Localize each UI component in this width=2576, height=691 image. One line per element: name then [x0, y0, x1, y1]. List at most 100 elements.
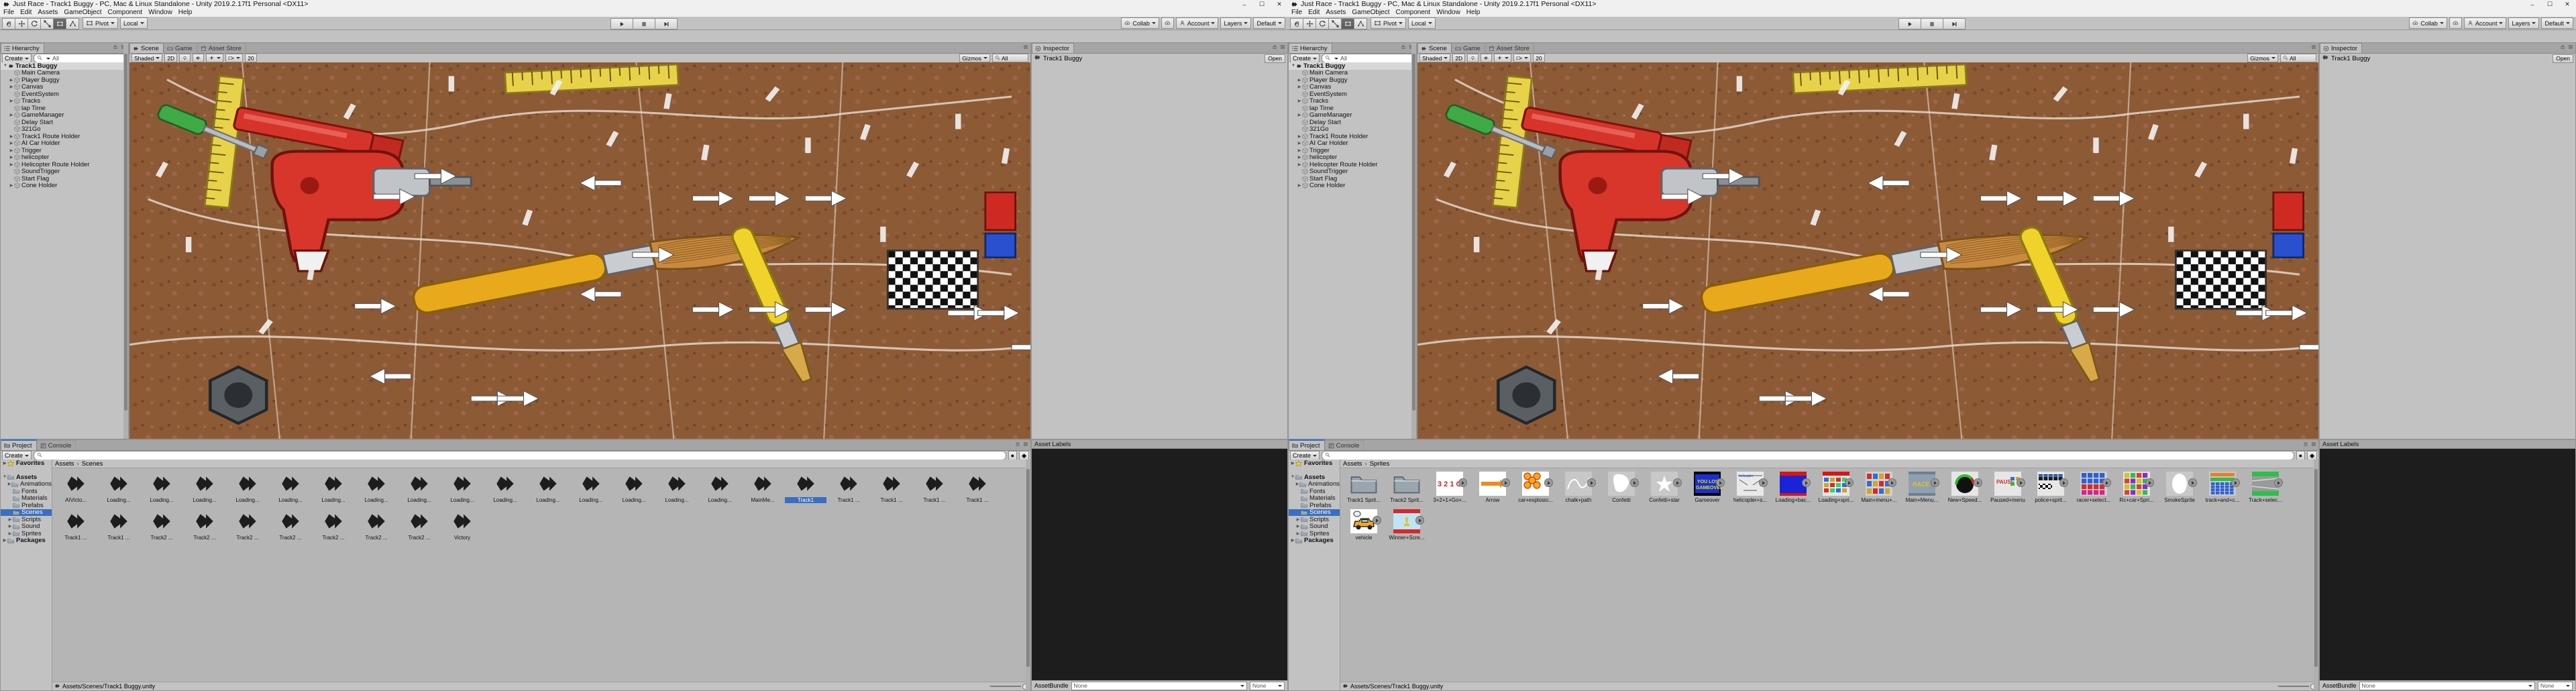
asset-cell[interactable]: MainMe... — [741, 470, 784, 508]
scene-canvas[interactable] — [1417, 62, 2318, 439]
asset-cell[interactable]: Main+menu+... — [1858, 470, 1900, 508]
asset-cell[interactable]: Winner+Scre... — [1385, 508, 1428, 545]
scene-canvas[interactable] — [129, 62, 1030, 439]
hierarchy-item-gamemanager[interactable]: ▶ GameManager — [1289, 112, 1416, 119]
hierarchy-item-helicopter[interactable]: ▶ helicopter — [1, 154, 128, 162]
asset-cell[interactable]: New+Speed... — [1943, 470, 1986, 508]
project-tree-item-animations[interactable]: ▶ Animations — [1, 481, 52, 488]
asset-cell[interactable]: Track2 ... — [355, 508, 398, 545]
gizmo-search-input[interactable]: All — [992, 54, 1028, 62]
effects-dropdown[interactable] — [1494, 54, 1511, 62]
asset-cell[interactable]: Track2 ... — [269, 508, 312, 545]
asset-cell[interactable]: Loading... — [570, 470, 612, 508]
asset-zoom-slider[interactable] — [990, 684, 1028, 690]
asset-cell[interactable]: track+and+c... — [2201, 470, 2244, 508]
hierarchy-item-eventsystem[interactable]: EventSystem — [1, 91, 128, 98]
hierarchy-item-trigger[interactable]: ▶ Trigger — [1, 147, 128, 154]
disclosure-triangle-icon[interactable]: ▶ — [1290, 461, 1295, 466]
asset-cell[interactable]: Loading... — [355, 470, 398, 508]
hierarchy-item-main-camera[interactable]: Main Camera — [1289, 70, 1416, 77]
project-asset-browser[interactable]: Assets›Scenes AIVicto... Loading... Load… — [52, 460, 1030, 690]
lock-icon[interactable] — [2560, 44, 2565, 52]
layout-dropdown[interactable]: Default — [2541, 17, 2573, 29]
hierarchy-item-player-buggy[interactable]: ▶ Player Buggy — [1289, 76, 1416, 84]
move-tool[interactable] — [1303, 18, 1316, 30]
hierarchy-item-cone-holder[interactable]: ▶ Cone Holder — [1, 182, 128, 190]
disclosure-triangle-icon[interactable]: ▶ — [9, 141, 14, 146]
scale-tool[interactable] — [40, 18, 53, 30]
menu-item-edit[interactable]: Edit — [1308, 9, 1320, 17]
asset-cell[interactable]: Loading... — [612, 470, 655, 508]
menu-item-component[interactable]: Component — [1396, 9, 1431, 17]
asset-cell[interactable]: PAUSE Paused+menu — [1986, 470, 2029, 508]
tab-hierarchy[interactable]: Hierarchy — [1289, 43, 1332, 53]
project-create-button[interactable]: Create — [1290, 451, 1320, 460]
tab-asset-store[interactable]: Asset Store — [197, 43, 246, 53]
asset-cell[interactable]: vehicle — [1342, 508, 1385, 545]
disclosure-triangle-icon[interactable]: ▶ — [1297, 162, 1302, 167]
close-button[interactable]: ✕ — [2559, 0, 2576, 9]
project-tree-item-materials[interactable]: Materials — [1289, 495, 1340, 502]
gizmos-dropdown[interactable]: Gizmos — [2247, 54, 2278, 62]
asset-grid-scrollbar[interactable] — [1026, 460, 1030, 690]
panel-menu-icon[interactable] — [2311, 441, 2316, 449]
disclosure-triangle-icon[interactable]: ▶ — [1297, 141, 1302, 146]
tab-scene[interactable]: Scene — [129, 43, 164, 53]
hierarchy-item-canvas[interactable]: ▶ Canvas — [1, 84, 128, 91]
cloud-button[interactable] — [1161, 17, 1174, 29]
disclosure-triangle-icon[interactable]: ▶ — [9, 78, 14, 83]
asset-cell[interactable]: racer+select... — [2072, 470, 2115, 508]
hierarchy-item-helicopter[interactable]: ▶ helicopter — [1289, 154, 1416, 162]
play-button[interactable] — [1898, 18, 1921, 30]
asset-cell[interactable]: Confetti — [1600, 470, 1643, 508]
asset-cell[interactable]: Loading... — [312, 470, 355, 508]
project-tree-item-assets[interactable]: ▼ Assets — [1, 474, 52, 481]
account-dropdown[interactable]: Account — [1176, 17, 1219, 29]
hand-tool[interactable] — [2, 18, 15, 30]
asset-cell[interactable]: helicopter helicopter+s... — [1729, 470, 1772, 508]
minimize-button[interactable]: – — [1236, 0, 1253, 9]
disclosure-triangle-icon[interactable]: ▶ — [1297, 183, 1302, 188]
hierarchy-search-input[interactable]: All — [34, 54, 127, 63]
disclosure-triangle-icon[interactable]: ▶ — [7, 531, 13, 536]
menu-item-edit[interactable]: Edit — [20, 9, 32, 17]
project-tree-item-sound[interactable]: ▶ Sound — [1, 523, 52, 531]
asset-cell[interactable]: Rc+car+Spri... — [2115, 470, 2158, 508]
hierarchy-item-helicopter-route-holder[interactable]: ▶ Helicopter Route Holder — [1, 161, 128, 168]
project-tree-item-scripts[interactable]: ▶ Scripts — [1, 516, 52, 523]
menu-item-help[interactable]: Help — [1466, 9, 1481, 17]
asset-cell[interactable]: Loading... — [269, 470, 312, 508]
hierarchy-item-321go[interactable]: 321Go — [1289, 126, 1416, 134]
breadcrumb-item[interactable]: Assets — [55, 460, 74, 468]
window-controls[interactable]: – ☐ ✕ — [2524, 0, 2576, 9]
asset-cell[interactable]: Loading... — [484, 470, 527, 508]
pause-button[interactable] — [1921, 18, 1943, 30]
gizmos-dropdown[interactable]: Gizmos — [959, 54, 990, 62]
asset-cell[interactable]: Loading... — [527, 470, 570, 508]
project-search-input[interactable] — [34, 451, 1006, 460]
hierarchy-item-soundtrigger[interactable]: SoundTrigger — [1, 168, 128, 176]
asset-cell[interactable]: Loading... — [655, 470, 698, 508]
project-filter-type-button[interactable]: ● — [2296, 451, 2305, 460]
transform-tool[interactable] — [66, 18, 79, 30]
asset-cell[interactable]: Loading+spri... — [1815, 470, 1858, 508]
lock-icon[interactable] — [1015, 441, 1020, 449]
disclosure-triangle-icon[interactable]: ▶ — [9, 85, 14, 89]
project-tree-item-scenes[interactable]: Scenes — [1, 509, 52, 517]
collab-dropdown[interactable]: Collab — [2409, 17, 2447, 29]
lock-icon[interactable] — [113, 44, 118, 52]
menu-bar[interactable]: FileEditAssetsGameObjectComponentWindowH… — [1288, 9, 2576, 17]
disclosure-triangle-icon[interactable]: ▼ — [2, 475, 7, 479]
asset-cell[interactable]: Track2 Sprit... — [1385, 470, 1428, 508]
account-dropdown[interactable]: Account — [2464, 17, 2507, 29]
asset-cell[interactable]: Track1 ... — [97, 508, 140, 545]
minimize-button[interactable]: – — [2524, 0, 2541, 9]
asset-cell[interactable]: Track1 ... — [54, 508, 97, 545]
asset-cell[interactable]: Loading... — [441, 470, 484, 508]
menu-item-gameobject[interactable]: GameObject — [1352, 9, 1389, 17]
audio-toggle[interactable] — [193, 54, 204, 62]
asset-cell[interactable]: Track+selec... — [2244, 470, 2287, 508]
lock-icon[interactable] — [1401, 44, 1406, 52]
hierarchy-scrollbar-vertical[interactable] — [1411, 43, 1416, 439]
asset-cell[interactable]: Track1 ... — [913, 470, 956, 508]
